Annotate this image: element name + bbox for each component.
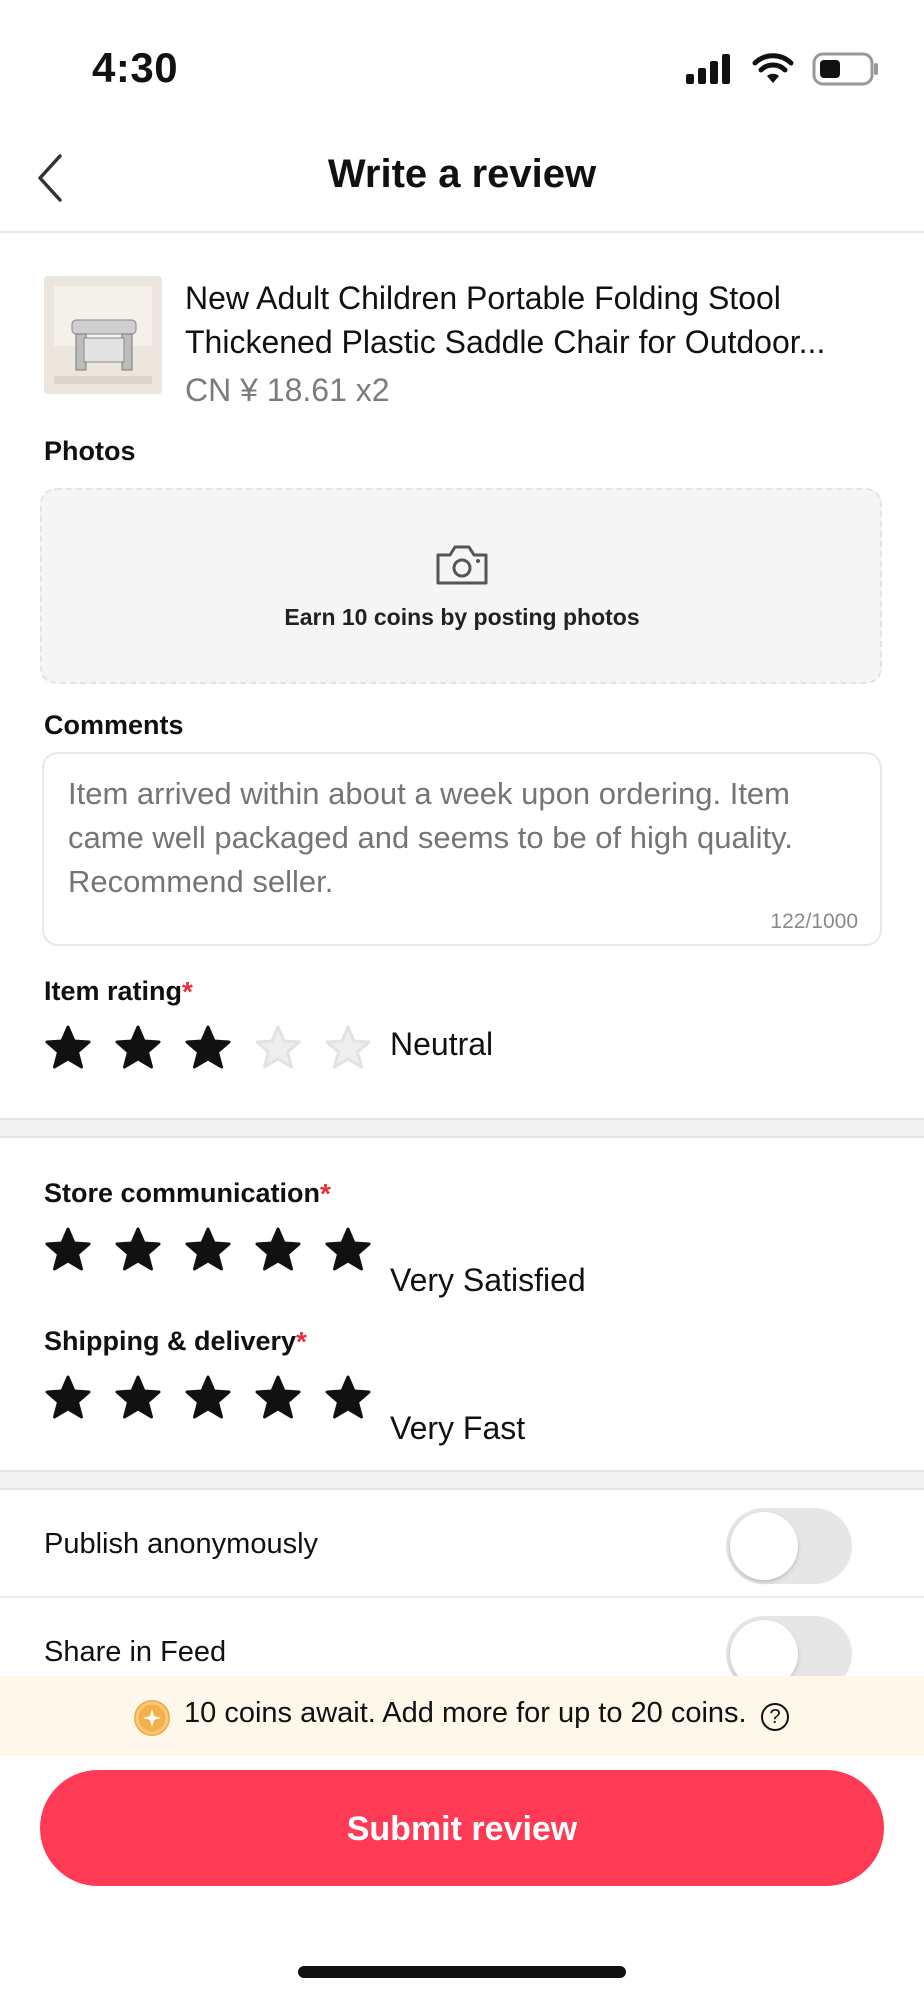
coins-banner-text: 10 coins await. Add more for up to 20 co… xyxy=(184,1697,747,1729)
section-separator xyxy=(0,1470,924,1490)
comments-label: Comments xyxy=(44,710,184,740)
toggle-knob xyxy=(730,1512,798,1580)
star-filled-icon[interactable] xyxy=(44,1374,92,1422)
publish-anonymously-label: Publish anonymously xyxy=(44,1528,319,1560)
signal-icon xyxy=(686,54,730,84)
status-icons xyxy=(686,52,880,86)
submit-review-button[interactable]: Submit review xyxy=(40,1770,884,1886)
star-filled-icon[interactable] xyxy=(254,1226,302,1274)
wifi-icon xyxy=(752,53,794,83)
star-filled-icon[interactable] xyxy=(254,1374,302,1422)
star-empty-icon[interactable] xyxy=(324,1024,372,1072)
star-filled-icon[interactable] xyxy=(324,1226,372,1274)
section-separator xyxy=(0,1118,924,1138)
publish-anonymously-toggle[interactable] xyxy=(726,1508,852,1584)
product-name[interactable]: New Adult Children Portable Folding Stoo… xyxy=(185,276,885,364)
share-in-feed-label: Share in Feed xyxy=(44,1636,227,1668)
shipping-delivery-label: Shipping & delivery* xyxy=(44,1326,307,1357)
comment-text: Item arrived within about a week upon or… xyxy=(68,776,793,899)
char-counter: 122/1000 xyxy=(770,910,858,933)
star-filled-icon[interactable] xyxy=(184,1226,232,1274)
store-communication-label: Store communication* xyxy=(44,1178,331,1209)
star-filled-icon[interactable] xyxy=(44,1024,92,1072)
star-filled-icon[interactable] xyxy=(184,1024,232,1072)
required-mark: * xyxy=(296,1326,307,1357)
shipping-delivery-stars[interactable] xyxy=(44,1374,372,1422)
product-thumbnail[interactable] xyxy=(44,276,162,394)
star-filled-icon[interactable] xyxy=(324,1374,372,1422)
coin-icon xyxy=(134,1700,170,1736)
item-rating-text: Neutral xyxy=(390,1026,494,1062)
product-price: CN ¥ 18.61 x2 xyxy=(185,372,390,408)
photo-upload-prompt: Earn 10 coins by posting photos xyxy=(284,604,640,630)
photos-label: Photos xyxy=(44,436,136,466)
home-indicator xyxy=(298,1966,626,1978)
item-rating-stars[interactable] xyxy=(44,1024,372,1072)
camera-icon xyxy=(434,543,490,587)
row-divider xyxy=(0,1596,924,1598)
item-rating-label: Item rating* xyxy=(44,976,193,1007)
page-title: Write a review xyxy=(327,152,597,196)
star-filled-icon[interactable] xyxy=(114,1374,162,1422)
status-time: 4:30 xyxy=(92,44,179,91)
help-icon[interactable]: ? xyxy=(761,1703,789,1731)
star-filled-icon[interactable] xyxy=(44,1226,92,1274)
battery-icon xyxy=(812,52,878,86)
shipping-delivery-text: Very Fast xyxy=(390,1410,526,1446)
star-empty-icon[interactable] xyxy=(254,1024,302,1072)
star-filled-icon[interactable] xyxy=(184,1374,232,1422)
star-filled-icon[interactable] xyxy=(114,1024,162,1072)
star-filled-icon[interactable] xyxy=(114,1226,162,1274)
store-communication-text: Very Satisfied xyxy=(390,1262,586,1298)
required-mark: * xyxy=(320,1178,331,1209)
header-divider xyxy=(0,231,924,233)
store-communication-stars[interactable] xyxy=(44,1226,372,1274)
required-mark: * xyxy=(182,976,193,1007)
